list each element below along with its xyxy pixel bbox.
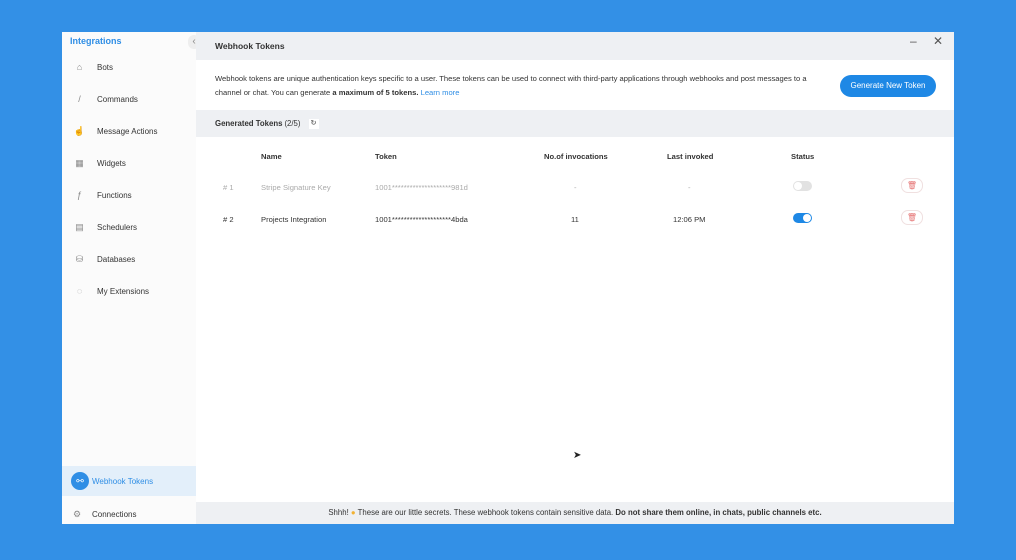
last-invoked: -	[688, 183, 691, 192]
refresh-icon[interactable]: ↻	[308, 118, 319, 129]
slash-icon: /	[78, 94, 81, 104]
invocations: -	[574, 183, 577, 192]
description: Webhook tokens are unique authentication…	[215, 72, 815, 100]
footer-text: These are our little secrets. These webh…	[355, 508, 616, 517]
learn-more-link[interactable]: Learn more	[421, 88, 460, 97]
sidebar-item-widgets[interactable]: ▦ Widgets	[62, 153, 196, 173]
row-index: # 2	[223, 215, 234, 224]
generated-tokens-label: Generated Tokens	[215, 119, 283, 128]
header-token: Token	[375, 152, 397, 161]
sidebar-item-bots[interactable]: ⌂ Bots	[62, 57, 196, 77]
sidebar-item-label: Webhook Tokens	[92, 476, 154, 486]
delete-button[interactable]: 🗑	[901, 210, 923, 225]
sidebar: Integrations ‹ ⌂ Bots / Commands ☝ Message …	[62, 32, 200, 524]
integrations-window: Integrations ‹ ⌂ Bots / Commands ☝ Message …	[62, 32, 954, 524]
header-last-invoked: Last invoked	[667, 152, 714, 161]
sidebar-item-label: Databases	[97, 254, 136, 264]
calendar-icon: ▤	[75, 221, 84, 232]
hand-icon: ☝	[73, 125, 86, 136]
description-text: Webhook tokens are unique authentication…	[215, 74, 807, 97]
token-count: (2/5)	[284, 119, 301, 128]
trash-icon: 🗑	[906, 181, 918, 190]
trash-icon: 🗑	[906, 213, 918, 222]
status-toggle[interactable]	[793, 181, 812, 191]
footer-text: Shhh!	[328, 508, 351, 517]
header-status: Status	[791, 152, 815, 161]
sidebar-item-label: Commands	[97, 94, 138, 104]
sidebar-item-webhook-tokens[interactable]: ⚯ Webhook Tokens	[62, 466, 196, 496]
grid-icon: ▦	[75, 157, 84, 168]
generated-tokens-bar: Generated Tokens (2/5) ↻	[196, 110, 954, 137]
token-value: 1001********************981d	[375, 183, 468, 192]
sidebar-item-label: Bots	[97, 62, 114, 72]
description-bold: a maximum of 5 tokens.	[332, 88, 419, 97]
sidebar-title: Integrations	[70, 36, 122, 46]
page-title: Webhook Tokens	[196, 32, 954, 60]
token-name: Stripe Signature Key	[261, 183, 331, 192]
close-button[interactable]: ✕	[933, 34, 943, 48]
sidebar-item-commands[interactable]: / Commands	[62, 89, 196, 109]
function-icon: ƒ	[76, 190, 82, 200]
sidebar-item-label: Schedulers	[97, 222, 138, 232]
mouse-cursor-icon: ➤	[573, 450, 582, 461]
invocations: 11	[571, 215, 579, 224]
gear-icon: ⚙	[72, 508, 82, 519]
footer-notice: Shhh! ● These are our little secrets. Th…	[196, 502, 954, 524]
sidebar-item-schedulers[interactable]: ▤ Schedulers	[62, 217, 196, 237]
extension-icon: ◌	[76, 286, 83, 296]
sidebar-item-label: My Extensions	[97, 286, 150, 296]
sidebar-item-connections[interactable]: ⚙ Connections	[62, 504, 196, 524]
bot-icon: ⌂	[76, 62, 83, 72]
header-invocations: No.of invocations	[544, 152, 608, 161]
header-name: Name	[261, 152, 282, 161]
row-index: # 1	[223, 183, 234, 192]
sidebar-item-databases[interactable]: ⛁ Databases	[62, 249, 196, 269]
minimize-button[interactable]: –	[910, 34, 917, 48]
delete-button[interactable]: 🗑	[901, 178, 923, 193]
sidebar-item-label: Message Actions	[97, 126, 158, 136]
sidebar-item-label: Widgets	[97, 158, 126, 168]
footer-bold: Do not share them online, in chats, publ…	[615, 508, 822, 517]
sidebar-item-label: Functions	[97, 190, 132, 200]
sidebar-item-my-extensions[interactable]: ◌ My Extensions	[62, 281, 196, 301]
generate-new-token-button[interactable]: Generate New Token	[840, 75, 936, 97]
sidebar-item-label: Connections	[92, 509, 137, 519]
sidebar-item-message-actions[interactable]: ☝ Message Actions	[62, 121, 196, 141]
last-invoked: 12:06 PM	[673, 215, 706, 224]
database-icon: ⛁	[75, 253, 84, 264]
status-toggle[interactable]	[793, 213, 812, 223]
sidebar-item-functions[interactable]: ƒ Functions	[62, 185, 196, 205]
webhook-icon: ⚯	[62, 472, 92, 490]
token-name: Projects Integration	[261, 215, 327, 224]
token-value: 1001********************4bda	[375, 215, 468, 224]
